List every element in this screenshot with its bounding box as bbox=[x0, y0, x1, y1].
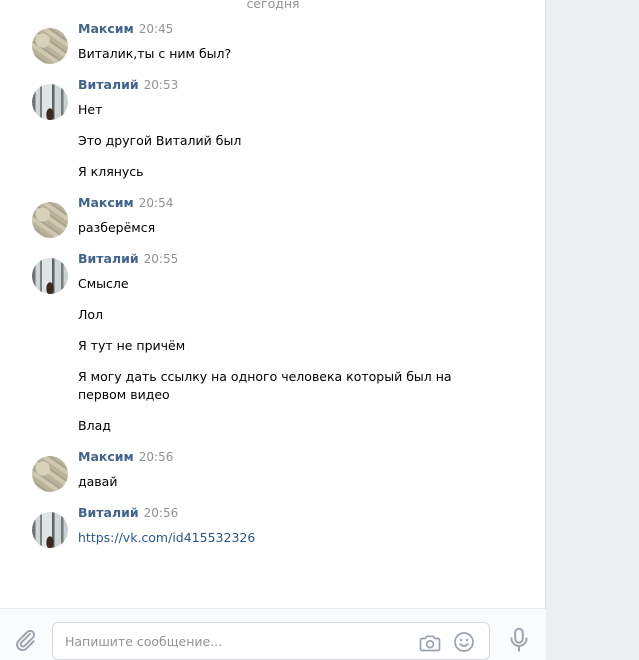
message-time[interactable]: 20:54 bbox=[139, 196, 174, 210]
avatar[interactable] bbox=[32, 84, 68, 120]
message-header: Виталий 20:53 bbox=[78, 77, 178, 92]
message-text: Влад bbox=[78, 418, 111, 433]
message-group: Виталий 20:53 Нет Это другой Виталий был … bbox=[32, 77, 512, 184]
message-text: Виталик,ты с ним был? bbox=[78, 46, 232, 61]
author-name[interactable]: Максим bbox=[78, 21, 134, 36]
author-name[interactable]: Виталий bbox=[78, 251, 139, 266]
paperclip-icon[interactable] bbox=[12, 627, 38, 653]
message-input-box bbox=[52, 622, 490, 660]
message-link-line: https://vk.com/id415532326 bbox=[78, 529, 255, 547]
message-header: Виталий 20:55 bbox=[78, 251, 178, 266]
avatar[interactable] bbox=[32, 258, 68, 294]
message-header: Виталий 20:56 bbox=[78, 505, 178, 520]
smile-icon[interactable] bbox=[452, 630, 476, 654]
message-time[interactable]: 20:56 bbox=[144, 506, 179, 520]
author-name[interactable]: Виталий bbox=[78, 77, 139, 92]
author-name[interactable]: Максим bbox=[78, 195, 134, 210]
message-text: Я клянусь bbox=[78, 164, 144, 179]
avatar[interactable] bbox=[32, 512, 68, 548]
message-group: Виталий 20:56 https://vk.com/id415532326 bbox=[32, 505, 512, 552]
message-group: Виталий 20:55 Смысле Лол Я тут не причём … bbox=[32, 251, 512, 438]
message-header: Максим 20:54 bbox=[78, 195, 173, 210]
message-time[interactable]: 20:45 bbox=[139, 22, 174, 36]
camera-icon[interactable] bbox=[418, 631, 442, 655]
message-text: Я тут не причём bbox=[78, 338, 186, 353]
message-time[interactable]: 20:56 bbox=[139, 450, 174, 464]
message-text: Нет bbox=[78, 102, 103, 117]
avatar[interactable] bbox=[32, 28, 68, 64]
message-group: Максим 20:45 Виталик,ты с ним был? bbox=[32, 21, 512, 68]
message-text: Смысле bbox=[78, 276, 129, 291]
message-text: Я могу дать ссылку на одного человека ко… bbox=[78, 369, 452, 384]
message-text: Лол bbox=[78, 307, 104, 322]
message-header: Максим 20:45 bbox=[78, 21, 173, 36]
message-text: первом видео bbox=[78, 387, 170, 402]
message-group: Максим 20:56 давай bbox=[32, 449, 512, 496]
message-time[interactable]: 20:53 bbox=[144, 78, 179, 92]
message-text: давай bbox=[78, 474, 118, 489]
message-composer bbox=[0, 608, 546, 660]
message-time[interactable]: 20:55 bbox=[144, 252, 179, 266]
avatar[interactable] bbox=[32, 456, 68, 492]
microphone-icon[interactable] bbox=[506, 626, 532, 654]
message-group: Максим 20:54 разберёмся bbox=[32, 195, 512, 242]
message-text: Это другой Виталий был bbox=[78, 133, 242, 148]
message-input[interactable] bbox=[65, 632, 405, 650]
date-divider: сегодня bbox=[246, 0, 300, 11]
chat-history-panel: сегодня Максим 20:45 Виталик,ты с ним был… bbox=[0, 0, 546, 660]
message-header: Максим 20:56 bbox=[78, 449, 173, 464]
author-name[interactable]: Максим bbox=[78, 449, 134, 464]
author-name[interactable]: Виталий bbox=[78, 505, 139, 520]
message-text: разберёмся bbox=[78, 220, 156, 235]
avatar[interactable] bbox=[32, 202, 68, 238]
message-link[interactable]: https://vk.com/id415532326 bbox=[78, 530, 255, 545]
